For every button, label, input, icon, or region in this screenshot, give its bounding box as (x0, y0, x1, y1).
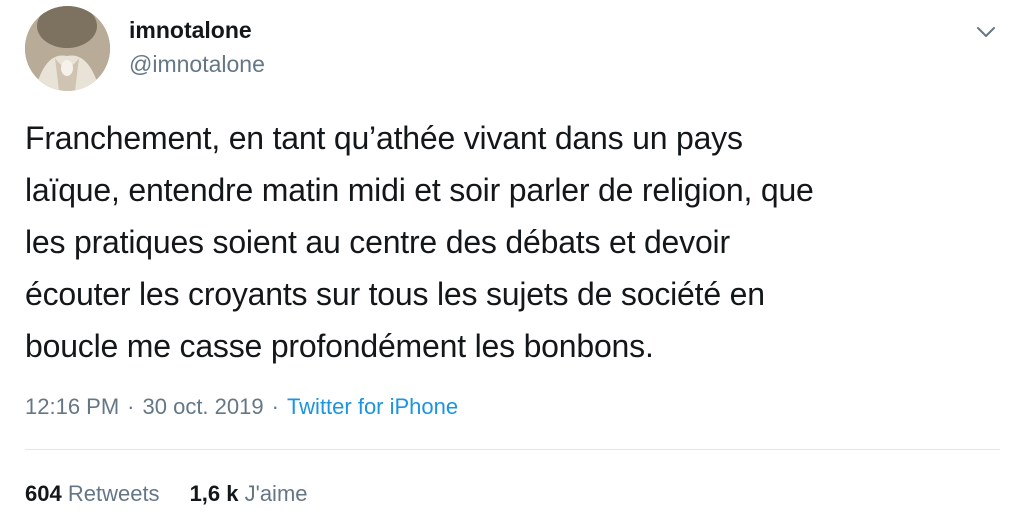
avatar-image (25, 6, 110, 91)
chevron-down-icon[interactable] (972, 18, 1000, 46)
tweet-text: Franchement, en tant qu’athée vivant dan… (25, 120, 814, 364)
avatar[interactable] (25, 6, 110, 91)
retweets-count: 604 (25, 481, 62, 506)
likes-stat[interactable]: 1,6 k J'aime (190, 481, 308, 506)
user-display-name[interactable]: imnotalone (129, 16, 252, 44)
retweets-label: Retweets (67, 481, 160, 506)
tweet-source-link[interactable]: Twitter for iPhone (287, 394, 458, 419)
user-handle[interactable]: @imnotalone (129, 50, 265, 78)
divider (25, 449, 1000, 450)
tweet-meta: 12:16 PM · 30 oct. 2019 · Twitter for iPhone (25, 392, 458, 422)
meta-separator: · (127, 394, 135, 419)
tweet-time[interactable]: 12:16 PM (25, 394, 119, 419)
meta-separator: · (271, 394, 279, 419)
likes-count: 1,6 k (189, 481, 239, 506)
likes-label: J'aime (244, 481, 308, 506)
retweets-stat[interactable]: 604 Retweets (25, 481, 160, 506)
tweet-card: imnotalone @imnotalone Franchement, en t… (0, 0, 1024, 532)
tweet-stats: 604 Retweets 1,6 k J'aime (25, 479, 308, 509)
tweet-date[interactable]: 30 oct. 2019 (143, 394, 264, 419)
